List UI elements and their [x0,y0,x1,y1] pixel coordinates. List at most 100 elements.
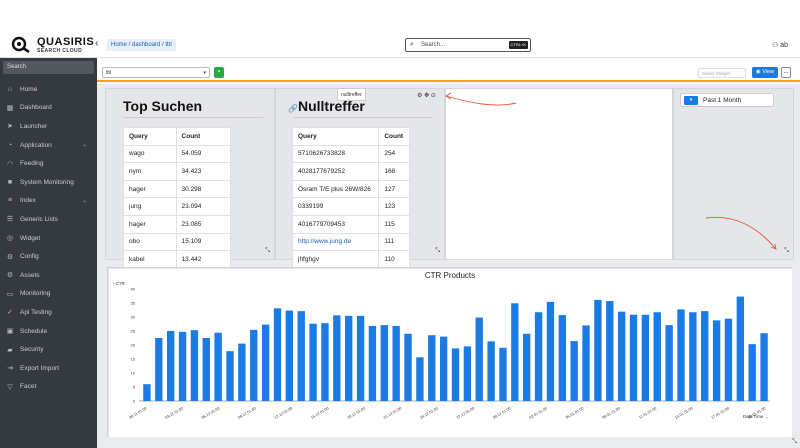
sidebar-item-export-import[interactable]: ⇥ Export Import [0,359,97,378]
query-cell: nym [123,162,177,181]
dashboard-icon: ▦ [6,104,14,112]
bar [368,325,377,401]
time-range-button[interactable]: ▾ Past 1 Month [680,93,774,107]
sidebar-item-security[interactable]: ▰ Security [0,340,97,359]
count-cell: 34.423 [175,162,232,181]
sidebar-item-label: Facet [20,383,37,391]
sidebar-search-input[interactable]: Search [3,61,94,74]
column-header[interactable]: Count [378,127,410,146]
query-cell: kabel [123,250,177,269]
count-cell: 123 [378,197,410,216]
tooltip: nulltreffer [337,88,366,101]
resize-handle-icon[interactable]: ⤡ [784,248,789,255]
count-cell: 168 [378,162,410,181]
widget-nulltreffer[interactable]: 🔗Nulltreffer Query Count 5710626733828 254 4… [275,88,445,287]
sidebar-item-label: Dashboard [20,104,52,112]
table-row[interactable]: wago 54.059 [123,144,232,164]
table-row[interactable]: hager 30.298 [123,179,232,199]
sidebar-item-monitoring[interactable]: ▭ Monitoring [0,285,97,304]
application-icon: ◔ [7,141,13,149]
query-cell: 5710626733828 [291,144,380,164]
column-header[interactable]: Query [291,127,380,146]
bar [511,303,519,401]
resize-handle-icon[interactable]: ⤡ [265,248,270,255]
sidebar-item-application[interactable]: ◔ Application ⌄ [0,136,97,155]
user-menu[interactable]: ⚇ ab [772,41,788,49]
sidebar-item-widget[interactable]: ◎ Widget [0,229,97,248]
more-options-button[interactable]: ... [781,67,791,78]
table-row[interactable]: 4028177679252 168 [291,162,410,181]
table-row[interactable]: 5710626733828 254 [291,144,410,164]
sidebar-item-feeding[interactable]: ◠ Feeding [0,154,97,173]
query-cell: hager [123,214,177,234]
resize-handle-icon[interactable]: ⤡ [792,439,797,446]
database-icon: ≡ [7,197,13,205]
sidebar-item-system-monitoring[interactable]: ■ System Monitoring [0,173,97,192]
widget-top-suchen[interactable]: Top Suchen Query Count wago 54.059 nym 34.423… [105,88,275,287]
bar [439,336,448,401]
table-row[interactable]: jhfghgv 110 [291,250,410,269]
back-chevron-icon[interactable]: ‹ [95,38,98,49]
table-row[interactable]: 4016779709453 115 [291,214,410,234]
view-label: View [762,69,775,75]
bar [273,308,282,401]
count-cell: 110 [378,250,410,269]
table-row[interactable]: Osram T/E plus 26W/826 127 [291,179,410,199]
table-row[interactable]: nym 34.423 [123,162,232,181]
bar [475,317,483,401]
filter-icon: ▽ [7,383,13,391]
column-header[interactable]: Query [123,127,177,146]
bar [689,312,697,401]
select-widget-dropdown[interactable]: Select Widget [698,68,746,78]
gear-icon: ⚙ [6,253,14,261]
sidebar-item-assets[interactable]: ⚙ Assets [0,266,97,285]
bar [356,315,365,401]
table-row[interactable]: jung 23.094 [123,197,232,216]
bar [499,347,507,401]
sidebar-item-launcher[interactable]: ➤ Launcher [0,117,97,136]
settings-icon[interactable]: ⚙ [417,93,422,99]
sidebar-item-schedule[interactable]: ▣ Schedule [0,322,97,341]
divider [293,117,433,118]
table-row[interactable]: http://www.jung.de 111 [291,232,410,252]
table-row[interactable]: kabel 13.442 [123,250,232,269]
sidebar-item-generic-lists[interactable]: ☰ Generic Lists [0,210,97,229]
bar [534,312,543,401]
widget-time-range[interactable]: ⤡ [673,88,794,260]
divider [123,117,263,118]
move-icon[interactable]: ✥ [424,93,429,99]
gauge-icon: ◠ [6,160,14,168]
sidebar-item-config[interactable]: ⚙ Config [0,247,97,266]
sidebar-nav: ⌂ Home ▦ Dashboard ➤ Launcher ◔ Application ⌄ ◠ Fe… [0,80,97,396]
bar [428,335,436,401]
bar [665,325,673,401]
query-cell[interactable]: http://www.jung.de [291,232,380,252]
view-button[interactable]: ◉ View [752,67,778,78]
check-icon: ✓ [7,309,13,317]
save-dashboard-button[interactable]: ▪ [214,67,224,78]
bar [712,320,721,401]
table-row[interactable]: obo 15.109 [123,232,232,252]
bar [677,309,685,401]
widget-empty [445,88,673,260]
query-cell: Osram T/E plus 26W/826 [291,179,380,199]
bar [321,323,329,401]
count-cell: 13.442 [175,250,232,269]
close-circle-icon[interactable]: ⊙ [431,93,436,99]
breadcrumb[interactable]: Home / dashboard / tbl [107,39,176,51]
chevron-down-icon: ⌄ [81,197,87,204]
monitor-icon: ▭ [6,290,14,298]
sidebar-item-index[interactable]: ≡ Index ⌄ [0,192,97,211]
logo[interactable]: QUASIRIS SEARCH CLOUD [10,36,96,54]
resize-handle-icon[interactable]: ⤡ [435,248,440,255]
sidebar-item-api-testing[interactable]: ✓ Api Testing [0,303,97,322]
sidebar-item-home[interactable]: ⌂ Home [0,80,97,99]
column-header[interactable]: Count [175,127,232,146]
global-search-input[interactable]: ⌕ Search... CTRL+K [405,38,531,52]
table-row[interactable]: 0339199 123 [291,197,410,216]
sidebar-item-facet[interactable]: ▽ Facet [0,378,97,397]
dashboard-select[interactable]: tbl ▾ [102,67,210,78]
widget-ctr-products[interactable]: CTR Products ↑ CTR Date Time → 0 5 10 15 20 25 30… [107,267,797,445]
sidebar-item-dashboard[interactable]: ▦ Dashboard [0,99,97,118]
table-row[interactable]: hager 23.085 [123,214,232,234]
